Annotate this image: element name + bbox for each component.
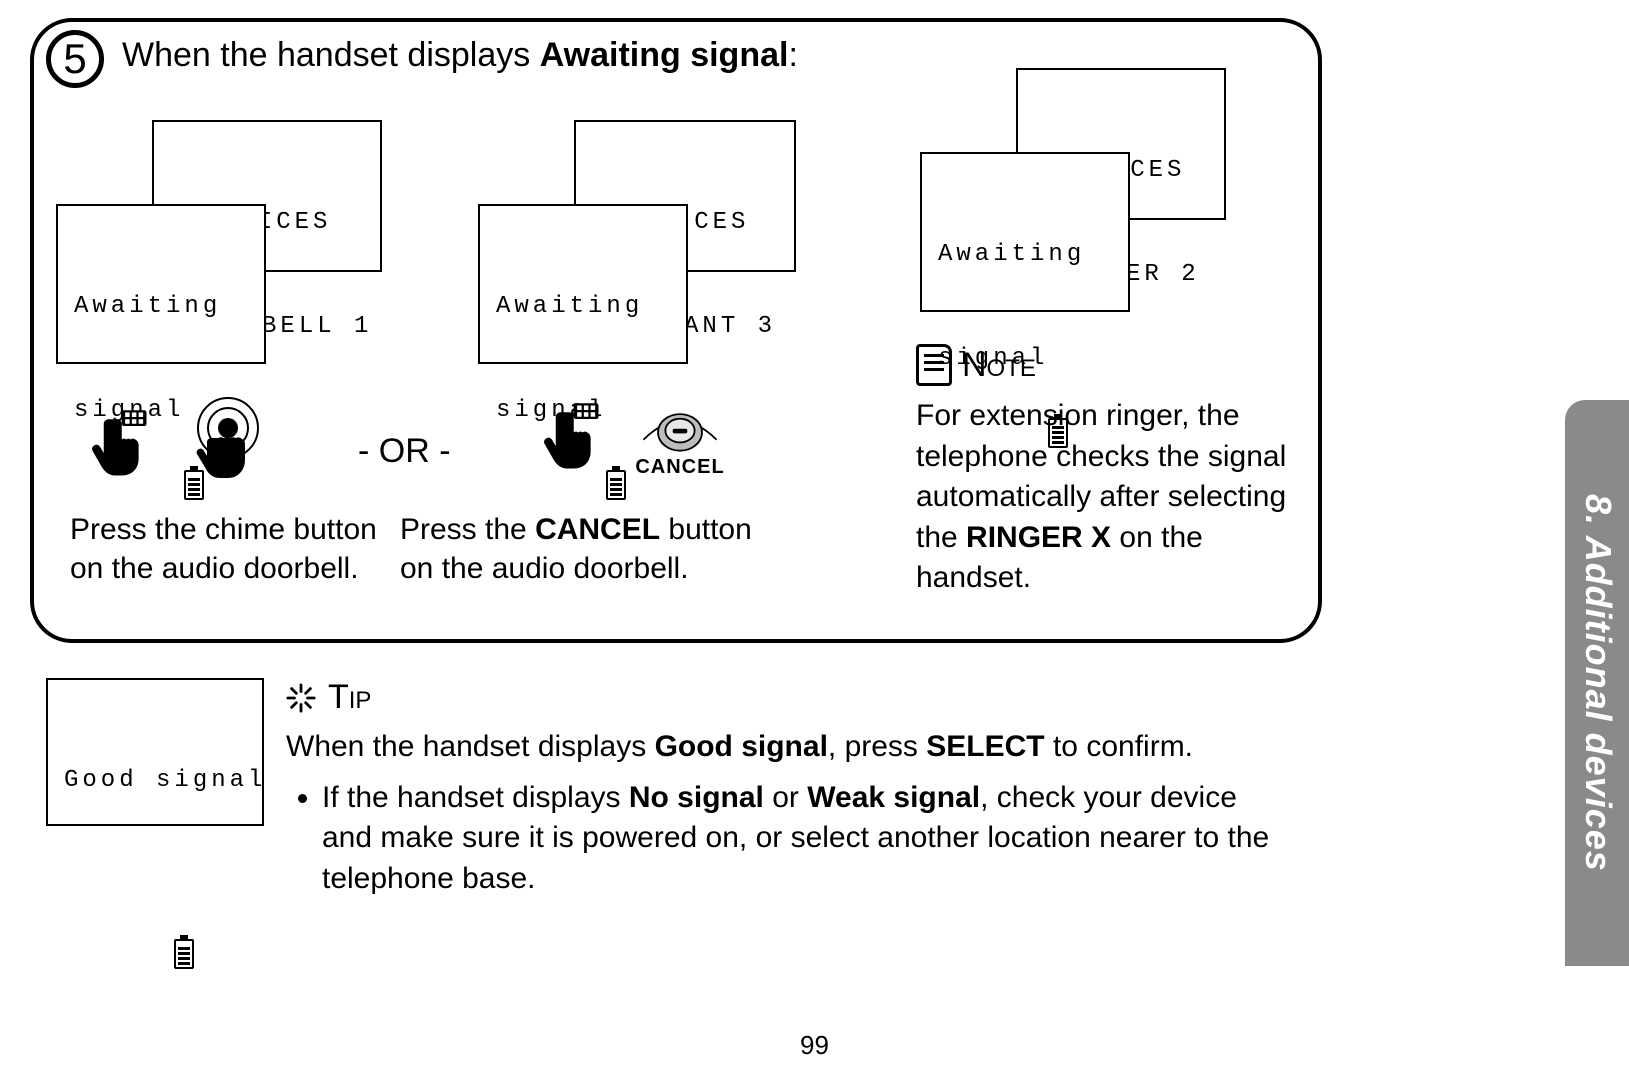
step-5-heading: When the handset displays Awaiting signa… (122, 36, 798, 75)
step-heading-pre: When the handset displays (122, 36, 540, 74)
action2-pre: Press the (400, 513, 535, 546)
section-tab: 8. Additional devices (1565, 400, 1629, 966)
tip-body: When the handset displays Good signal, p… (286, 727, 1286, 768)
action-cancel-text: Press the CANCEL button on the audio doo… (400, 510, 760, 588)
cancel-button-graphic: CANCEL (630, 394, 730, 479)
lcd-front-pendant: Awaiting signal (478, 204, 688, 364)
tip-title: Tip (328, 678, 371, 717)
action-cancel-icons: CANCEL (540, 394, 730, 479)
battery-icon (174, 939, 194, 969)
step-heading-post: : (788, 36, 797, 74)
step-heading-bold: Awaiting signal (540, 36, 789, 74)
page-number: 99 (0, 1030, 1629, 1061)
press-ripple-icon (178, 394, 278, 494)
tip-line1-pre: When the handset displays (286, 730, 655, 763)
tip-line1-b2: SELECT (926, 730, 1044, 763)
tip-heading: Tip (286, 678, 1286, 717)
note-body-bold: RINGER X (966, 521, 1111, 554)
step-number-badge: 5 (46, 30, 104, 88)
lcd-front-doorbell: Awaiting signal (56, 204, 266, 364)
action-chime-text: Press the chime button on the audio door… (70, 510, 382, 588)
tip-bullet-b2: Weak signal (807, 781, 980, 814)
lcd-stack-doorbell: DEVICES >DOORBELL 1 Awaiting signal (56, 120, 356, 370)
action-chime-icons (88, 394, 278, 494)
tip-line1-post: to confirm. (1045, 730, 1193, 763)
note-icon (916, 344, 952, 386)
tip-bullet-pre: If the handset displays (322, 781, 629, 814)
tip-block: Tip When the handset displays Good signa… (286, 678, 1286, 903)
lcd-front-ringer: Awaiting signal (920, 152, 1130, 312)
note-title: Note (962, 346, 1036, 385)
cancel-button-label: CANCEL (635, 456, 724, 479)
lcd-await-1: Awaiting (74, 290, 248, 325)
good-signal-text: Good signal (64, 764, 246, 799)
good-signal-lcd: Good signal (46, 678, 264, 826)
lcd-stack-ringer: DEVICES >RINGER 2 Awaiting signal (920, 68, 1220, 318)
lcd-await-1: Awaiting (938, 238, 1112, 273)
lcd-await-1: Awaiting (496, 290, 670, 325)
section-tab-label: 8. Additional devices (1577, 494, 1619, 872)
note-block: Note For extension ringer, the telephone… (916, 344, 1296, 599)
action2-bold: CANCEL (535, 513, 660, 546)
step-number: 5 (63, 35, 86, 83)
tip-bullet-b1: No signal (629, 781, 764, 814)
or-label: - OR - (358, 432, 451, 471)
tip-bullet-mid: or (764, 781, 807, 814)
sparkle-icon (286, 683, 316, 713)
hand-point-icon (540, 401, 612, 473)
tip-line1-b1: Good signal (655, 730, 828, 763)
note-body: For extension ringer, the telephone chec… (916, 396, 1296, 599)
page: 5 When the handset displays Awaiting sig… (0, 0, 1629, 1067)
note-heading: Note (916, 344, 1296, 386)
tip-bullet: If the handset displays No signal or Wea… (322, 778, 1286, 900)
tip-line1-mid: , press (828, 730, 926, 763)
hand-point-icon (88, 408, 160, 480)
lcd-stack-pendant: DEVICES >PENDANT 3 Awaiting signal (478, 120, 778, 370)
tip-bullet-list: If the handset displays No signal or Wea… (286, 778, 1286, 900)
